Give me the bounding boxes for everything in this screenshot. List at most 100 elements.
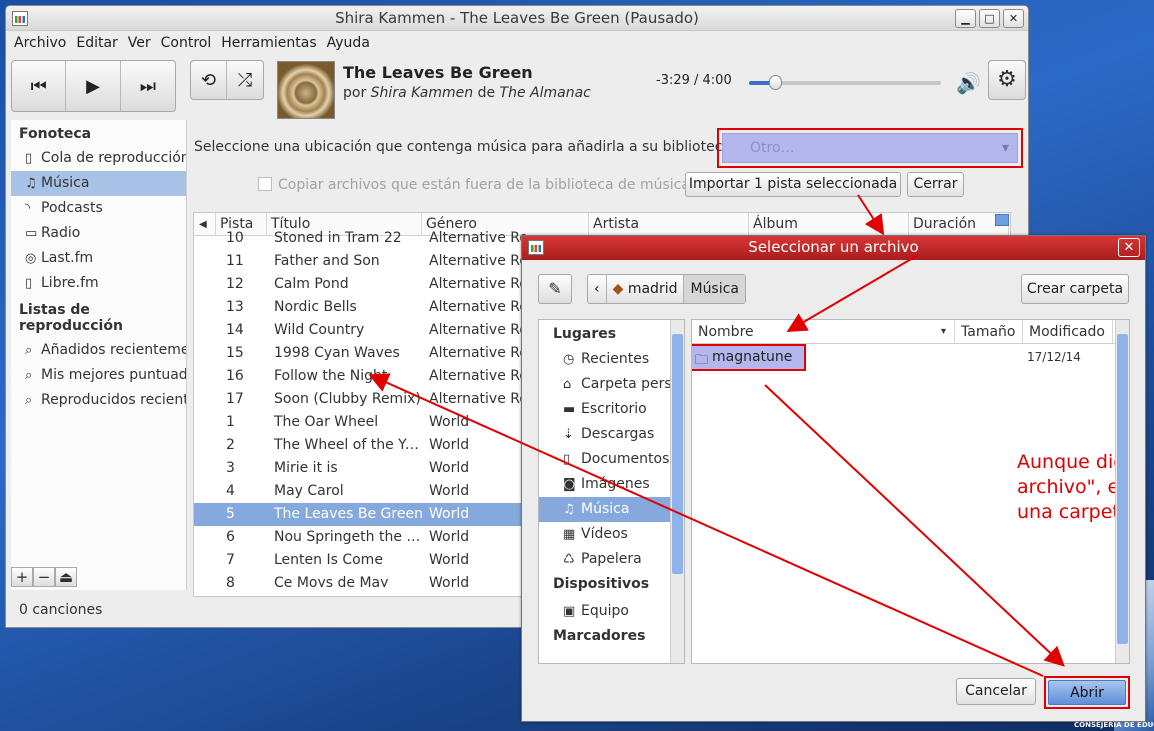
place-item-0[interactable]: ◷ Recientes bbox=[539, 347, 684, 372]
playlist-item-1[interactable]: ⌕ Mis mejores puntuadas bbox=[11, 363, 186, 388]
place-item-4[interactable]: ▯ Documentos bbox=[539, 447, 684, 472]
shuffle-button[interactable]: ⤮ bbox=[227, 61, 263, 99]
add-playlist-button[interactable]: + bbox=[11, 567, 33, 587]
playlist-item-2[interactable]: ⌕ Reproducidos recientemente bbox=[11, 388, 186, 413]
playlist-item-0[interactable]: ⌕ Añadidos recientemente bbox=[11, 338, 186, 363]
place-item-1[interactable]: ⌂ Carpeta personal bbox=[539, 372, 684, 397]
sidebar-item-5[interactable]: ▯ Libre.fm bbox=[11, 271, 186, 296]
place-item-3[interactable]: ⇣ Descargas bbox=[539, 422, 684, 447]
track-title-cell: Soon (Clubby Remix) bbox=[274, 391, 421, 407]
artist-name: Shira Kammen bbox=[370, 85, 474, 101]
album-art bbox=[277, 61, 335, 119]
maximize-button[interactable]: □ bbox=[979, 9, 1000, 28]
sidebar-item-4[interactable]: ◎ Last.fm bbox=[11, 246, 186, 271]
column-nombre-label: Nombre bbox=[698, 324, 754, 340]
next-button[interactable]: ⏭ bbox=[121, 61, 175, 111]
previous-icon: ⏮ bbox=[30, 75, 47, 97]
file-name[interactable]: 🗀 magnatune bbox=[692, 344, 806, 371]
volume-icon[interactable]: 🔊 bbox=[956, 71, 981, 95]
dialog-title-bar: Seleccionar un archivo ✕ bbox=[522, 236, 1145, 260]
sidebar-item-1[interactable]: ♫ Música bbox=[11, 171, 186, 196]
remove-playlist-button[interactable]: − bbox=[33, 567, 55, 587]
path-music-button[interactable]: Música bbox=[684, 275, 745, 303]
track-title-cell: The Oar Wheel bbox=[274, 414, 379, 430]
repeat-button[interactable]: ⟲ bbox=[191, 61, 227, 99]
track-number: 1 bbox=[226, 414, 235, 430]
item-label: Carpeta personal bbox=[581, 376, 684, 392]
cancel-button[interactable]: Cancelar bbox=[956, 678, 1036, 705]
time-display: -3:29 / 4:00 bbox=[656, 73, 732, 88]
location-combo[interactable]: Otro… bbox=[717, 128, 1023, 168]
path-bar: ‹ ◆ madrid Música bbox=[587, 274, 746, 304]
location-value[interactable]: Otro… bbox=[722, 133, 1018, 163]
menu-editar[interactable]: Editar bbox=[71, 35, 122, 51]
minimize-button[interactable]: ▁ bbox=[955, 9, 976, 28]
track-title-cell: Mirie it is bbox=[274, 460, 338, 476]
place-item-2[interactable]: ▬ Escritorio bbox=[539, 397, 684, 422]
file-row[interactable]: 🗀 magnatune 17/12/14 bbox=[692, 344, 1112, 371]
close-import-button[interactable]: Cerrar bbox=[907, 172, 964, 197]
place-item-6[interactable]: ♫ Música bbox=[539, 497, 684, 522]
menu-herramientas[interactable]: Herramientas bbox=[216, 35, 321, 51]
tracklist-scrollbar[interactable] bbox=[995, 214, 1009, 226]
places-scrollbar[interactable] bbox=[670, 320, 684, 663]
previous-button[interactable]: ⏮ bbox=[12, 61, 67, 111]
eject-button[interactable]: ⏏ bbox=[55, 567, 77, 587]
transport-controls: ⏮ ▶ ⏭ bbox=[11, 60, 176, 112]
sidebar-item-3[interactable]: ▭ Radio bbox=[11, 221, 186, 246]
file-scroll-thumb[interactable] bbox=[1117, 334, 1128, 644]
device-item-0[interactable]: ▣ Equipo bbox=[539, 599, 684, 624]
item-label: Escritorio bbox=[581, 401, 647, 417]
path-back-button[interactable]: ‹ bbox=[588, 275, 607, 303]
next-icon: ⏭ bbox=[139, 75, 156, 97]
track-number: 4 bbox=[226, 483, 235, 499]
track-title-cell: Stoned in Tram 22 bbox=[274, 230, 402, 246]
seek-bar[interactable] bbox=[749, 75, 941, 90]
item-label: Recientes bbox=[581, 351, 650, 367]
sidebar-item-2[interactable]: ◝ Podcasts bbox=[11, 196, 186, 221]
checkbox-box[interactable] bbox=[258, 177, 272, 191]
path-home-label: madrid bbox=[627, 281, 678, 297]
menu-control[interactable]: Control bbox=[156, 35, 217, 51]
item-icon: ▯ bbox=[563, 452, 571, 467]
settings-gear-icon[interactable]: ⚙ bbox=[988, 60, 1026, 100]
create-folder-button[interactable]: Crear carpeta bbox=[1021, 274, 1129, 304]
track-number: 10 bbox=[226, 230, 244, 246]
play-button[interactable]: ▶ bbox=[66, 61, 121, 111]
menu-archivo[interactable]: Archivo bbox=[9, 35, 71, 51]
edit-location-icon[interactable]: ✎ bbox=[538, 274, 572, 304]
sidebar-tools: + − ⏏ bbox=[11, 565, 187, 593]
file-list-scrollbar[interactable] bbox=[1115, 320, 1129, 663]
place-item-5[interactable]: ◙ Imágenes bbox=[539, 472, 684, 497]
item-icon: ▣ bbox=[563, 604, 576, 619]
track-title-cell: Ce Moys de May bbox=[274, 575, 389, 587]
copy-files-checkbox[interactable]: Copiar archivos que están fuera de la bi… bbox=[258, 177, 690, 193]
column-modificado[interactable]: Modificado bbox=[1023, 320, 1113, 343]
track-number: 12 bbox=[226, 276, 244, 292]
place-item-7[interactable]: ▦ Vídeos bbox=[539, 522, 684, 547]
track-title-cell: Nordic Bells bbox=[274, 299, 357, 315]
column-nombre[interactable]: Nombre ▾ bbox=[692, 320, 955, 343]
sidebar-item-0[interactable]: ▯ Cola de reproducción bbox=[11, 146, 186, 171]
places-scroll-thumb[interactable] bbox=[672, 334, 683, 574]
close-window-button[interactable]: ✕ bbox=[1003, 9, 1024, 28]
track-number: 2 bbox=[226, 437, 235, 453]
item-label: Descargas bbox=[581, 426, 655, 442]
playing-indicator bbox=[194, 227, 222, 250]
menu-bar: Archivo Editar Ver Control Herramientas … bbox=[6, 31, 1028, 55]
path-home-button[interactable]: ◆ madrid bbox=[607, 275, 685, 303]
import-button[interactable]: Importar 1 pista seleccionada bbox=[685, 172, 901, 197]
dialog-close-button[interactable]: ✕ bbox=[1118, 238, 1140, 257]
import-location-label: Seleccione una ubicación que contenga mú… bbox=[194, 139, 736, 155]
column-tamano[interactable]: Tamaño bbox=[955, 320, 1023, 343]
menu-ver[interactable]: Ver bbox=[123, 35, 156, 51]
playing-indicator bbox=[194, 365, 222, 388]
place-item-8[interactable]: ♺ Papelera bbox=[539, 547, 684, 572]
menu-ayuda[interactable]: Ayuda bbox=[322, 35, 375, 51]
seek-handle[interactable] bbox=[768, 75, 782, 90]
track-title-cell: Wild Country bbox=[274, 322, 365, 338]
open-button[interactable]: Abrir bbox=[1048, 680, 1126, 705]
item-label: Música bbox=[41, 175, 90, 191]
track-title-cell: Follow the Night bbox=[274, 368, 388, 384]
item-icon: ⌕ bbox=[25, 343, 33, 358]
